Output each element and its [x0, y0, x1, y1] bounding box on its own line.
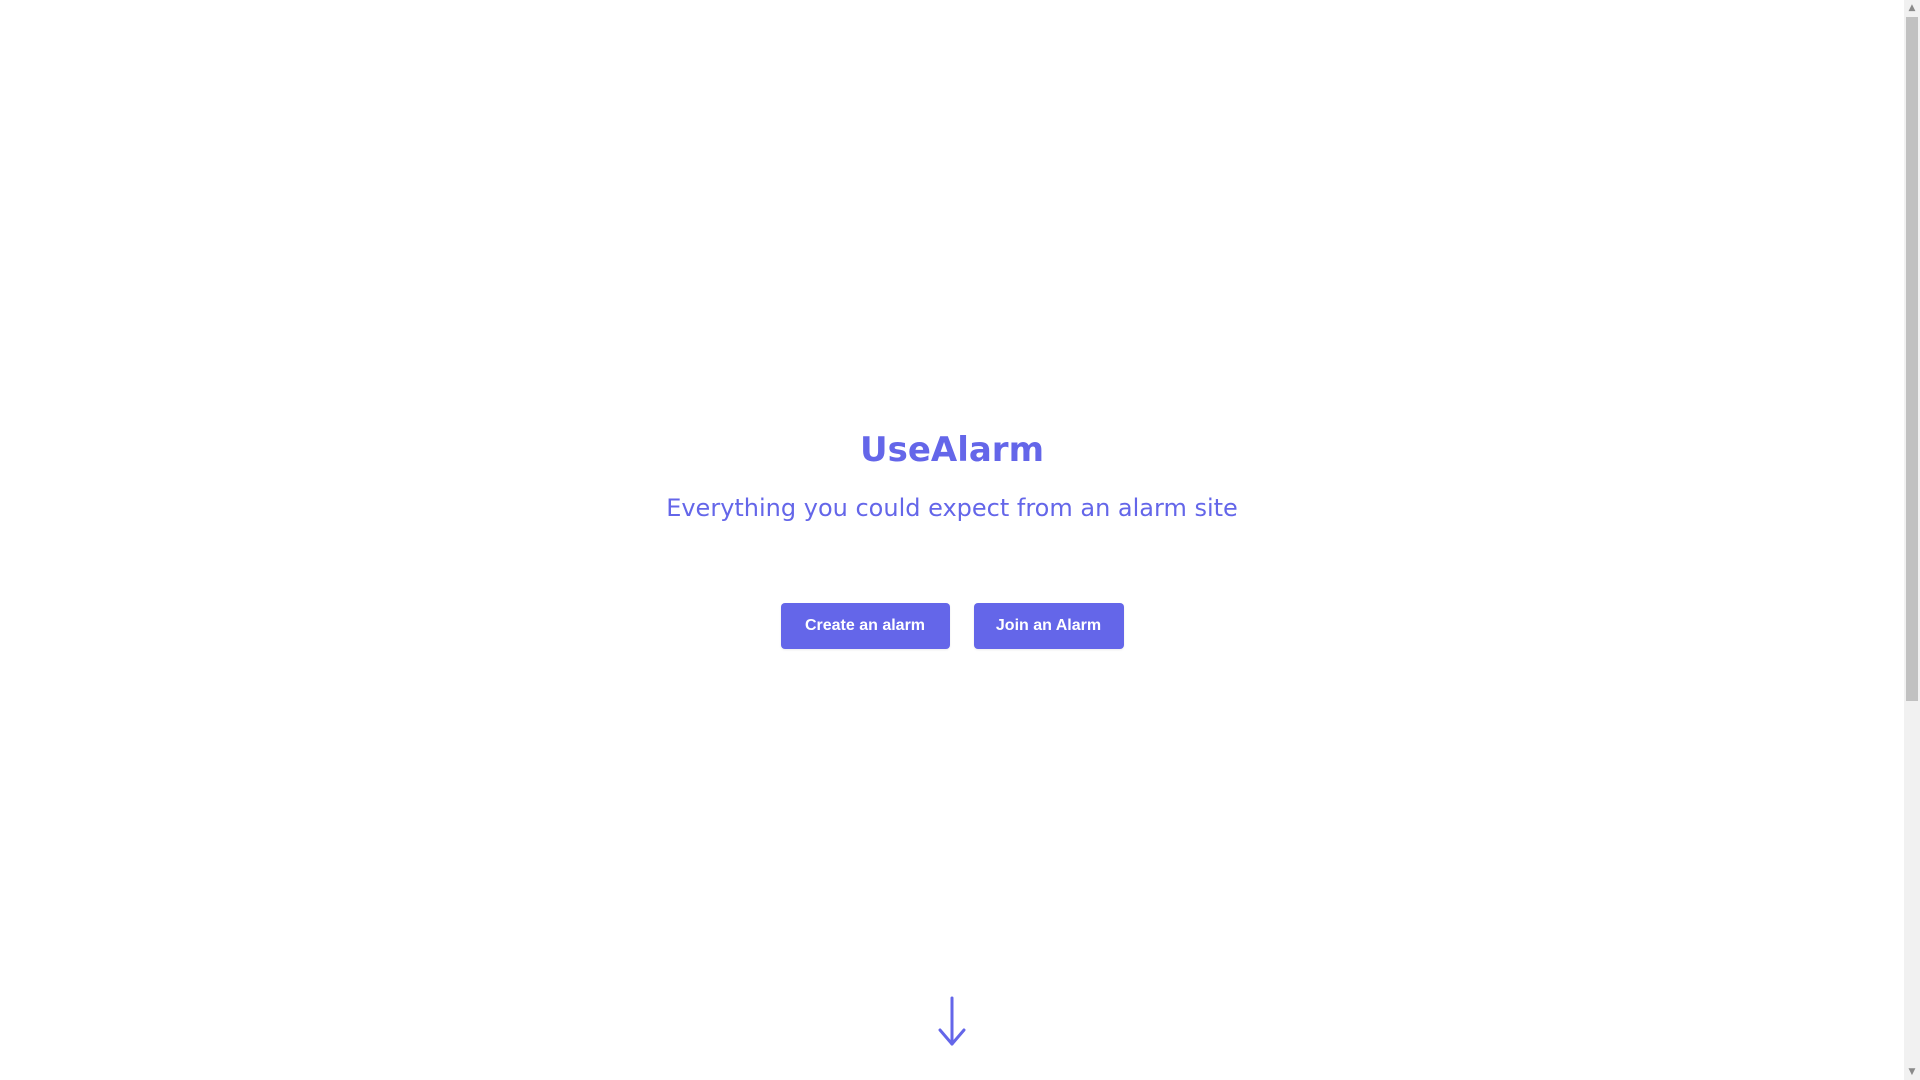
triangle-up-icon[interactable]: ▲ — [1904, 0, 1920, 16]
page-title: UseAlarm — [859, 430, 1044, 470]
scrollbar-thumb[interactable] — [1906, 17, 1918, 701]
hero-actions: Create an alarm Join an Alarm — [0, 603, 1904, 649]
create-alarm-button[interactable]: Create an alarm — [780, 603, 950, 649]
hero-section: UseAlarm Everything you could expect fro… — [0, 0, 1904, 1080]
page-subtitle: Everything you could expect from an alar… — [666, 494, 1238, 522]
join-alarm-button[interactable]: Join an Alarm — [973, 603, 1124, 649]
triangle-down-icon[interactable]: ▼ — [1904, 1064, 1920, 1080]
page-viewport: UseAlarm Everything you could expect fro… — [0, 0, 1904, 1080]
arrow-down-icon[interactable] — [936, 996, 968, 1048]
vertical-scrollbar[interactable]: ▲ ▼ — [1904, 0, 1920, 1080]
